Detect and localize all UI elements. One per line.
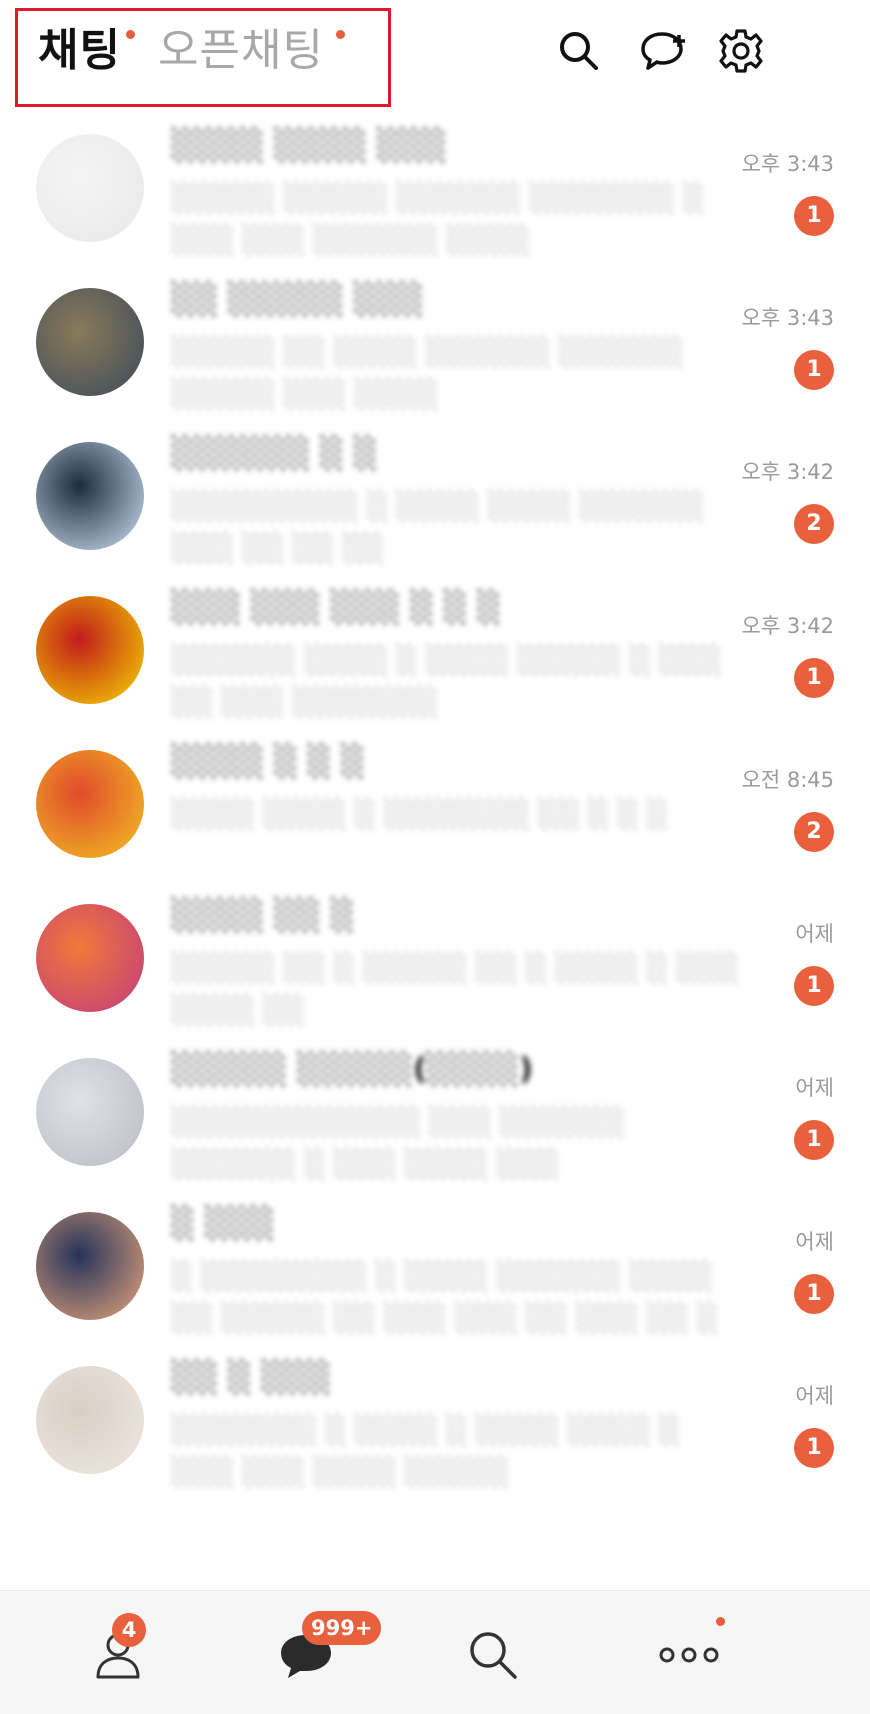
chat-time: 어제 [795,922,834,946]
chat-name: ░░░░ ░ ░ ░ [172,744,365,779]
chat-time: 어제 [795,1076,834,1100]
avatar[interactable] [36,442,144,550]
chat-list: ░░░░ ░░░░ ░░░ ░░░░░ ░░░░░ ░░░░░░ ░░░░░░░ … [0,112,870,1588]
friends-badge: 4 [112,1613,146,1647]
more-icon [659,1647,719,1663]
chat-preview: ░░░░ ░░░░ ░ ░░░░░░░ ░░ ░ ░ ░ [172,799,669,830]
chat-preview: ░ ░░░░░░░░ ░ ░░░░ ░░░░░░ ░░░░ ░░ ░░░░░ ░… [172,1261,719,1334]
chat-name: ░░░░░ ░░░░░(░░░░) [172,1052,533,1087]
unread-badge: 1 [794,966,834,1006]
chat-row[interactable]: ░░░░ ░░░░ ░░░ ░░░░░ ░░░░░ ░░░░░░ ░░░░░░░ … [0,118,870,286]
new-chat-icon[interactable] [638,26,688,76]
chat-name: ░░░ ░░░ ░░░ ░ ░ ░ [172,590,502,625]
unread-badge: 1 [794,350,834,390]
tab-open-chat[interactable]: 오픈채팅 [158,23,324,79]
chat-name: ░░ ░░░░░ ░░░ [172,282,424,317]
chat-time: 오후 3:42 [741,460,834,484]
avatar[interactable] [36,596,144,704]
chat-preview: ░░░░░░░ ░ ░░░░ ░ ░░░░ ░░░░ ░ ░░░ ░░░ ░░░… [172,1415,681,1488]
nav-friends[interactable]: 4 [90,1613,150,1685]
chat-time: 어제 [795,1384,834,1408]
tab-chats[interactable]: 채팅 [38,23,121,79]
chat-time: 오후 3:43 [741,152,834,176]
unread-badge: 1 [794,196,834,236]
tab-open-chat-new-dot [336,30,345,39]
avatar[interactable] [36,1058,144,1166]
chat-row[interactable]: ░░░ ░░░ ░░░ ░ ░ ░ ░░░░░░ ░░░░ ░ ░░░░ ░░░░… [0,580,870,748]
unread-badge: 2 [794,812,834,852]
more-new-dot [716,1617,725,1626]
header: 채팅 오픈채팅 [0,0,870,112]
avatar[interactable] [36,750,144,858]
avatar[interactable] [36,288,144,396]
highlight-box: 채팅 오픈채팅 [15,8,391,107]
chat-preview: ░░░░░ ░░░░░ ░░░░░░ ░░░░░░░ ░ ░░░ ░░░ ░░░… [172,183,705,256]
chat-name: ░░░░ ░░░░ ░░░ [172,128,447,163]
chat-preview: ░░░░░ ░░ ░░░░ ░░░░░░ ░░░░░░ ░░░░░ ░░░ ░░… [172,337,684,410]
unread-badge: 1 [794,1120,834,1160]
chat-time: 어제 [795,1230,834,1254]
chat-preview: ░░░░░ ░░ ░ ░░░░░ ░░ ░ ░░░░ ░ ░░░ ░░░░ ░░ [172,953,739,1026]
chat-row[interactable]: ░░░░ ░ ░ ░ ░░░░ ░░░░ ░ ░░░░░░░ ░░ ░ ░ ░ 오전… [0,734,870,902]
bottom-nav: 4 999+ [0,1590,870,1714]
nav-chats[interactable]: 999+ [276,1611,382,1685]
avatar[interactable] [36,1366,144,1474]
nav-view[interactable] [463,1625,523,1685]
avatar[interactable] [36,134,144,242]
chat-name: ░ ░░░ [172,1206,275,1241]
chat-row[interactable]: ░ ░░░ ░ ░░░░░░░░ ░ ░░░░ ░░░░░░ ░░░░ ░░ ░░… [0,1196,870,1364]
chat-name: ░░ ░ ░░░ [172,1360,332,1395]
chat-time: 오후 3:43 [741,306,834,330]
chat-time: 오전 8:45 [741,768,834,792]
search-icon [470,1632,517,1679]
unread-badge: 1 [794,1274,834,1314]
avatar[interactable] [36,1212,144,1320]
chat-row[interactable]: ░░░░░ ░░░░░(░░░░) ░░░░░░░░░░░░ ░░░ ░░░░░░… [0,1042,870,1210]
tab-chats-new-dot [126,30,135,39]
chat-preview: ░░░░░░░░░ ░ ░░░░ ░░░░ ░░░░░░ ░░░ ░░ ░░ ░… [172,491,705,564]
chat-row[interactable]: ░░░░░░ ░ ░ ░░░░░░░░░ ░ ░░░░ ░░░░ ░░░░░░ ░… [0,426,870,594]
nav-more[interactable] [652,1617,742,1685]
avatar[interactable] [36,904,144,1012]
chat-preview: ░░░░░░░░░░░░ ░░░ ░░░░░░ ░░░░░░ ░ ░░░ ░░░… [172,1107,626,1180]
unread-badge: 2 [794,504,834,544]
settings-icon[interactable] [716,26,766,76]
chats-badge: 999+ [302,1611,382,1645]
unread-badge: 1 [794,1428,834,1468]
chat-name: ░░░░░░ ░ ░ [172,436,378,471]
chat-name: ░░░░ ░░ ░ [172,898,355,933]
chat-row[interactable]: ░░ ░ ░░░ ░░░░░░░ ░ ░░░░ ░ ░░░░ ░░░░ ░ ░░░… [0,1350,870,1518]
search-icon[interactable] [554,26,604,76]
unread-badge: 1 [794,658,834,698]
chat-time: 오후 3:42 [741,614,834,638]
chat-row[interactable]: ░░░░ ░░ ░ ░░░░░ ░░ ░ ░░░░░ ░░ ░ ░░░░ ░ ░░… [0,888,870,1056]
chat-row[interactable]: ░░ ░░░░░ ░░░ ░░░░░ ░░ ░░░░ ░░░░░░ ░░░░░░ … [0,272,870,440]
chat-preview: ░░░░░░ ░░░░ ░ ░░░░ ░░░░░ ░ ░░░ ░░ ░░░ ░░… [172,645,722,718]
